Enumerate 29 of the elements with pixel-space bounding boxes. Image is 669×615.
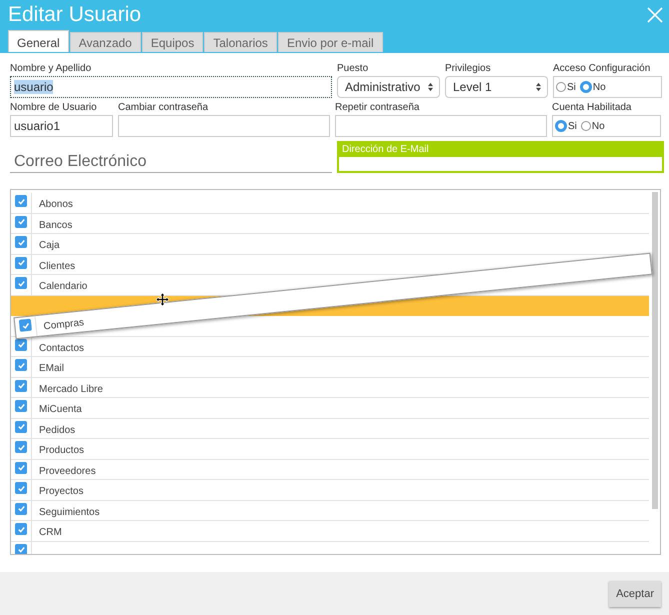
module-name: Bancos bbox=[38, 218, 72, 232]
module-name: Calendario bbox=[38, 280, 88, 294]
field-label: Repetir contraseña bbox=[335, 102, 420, 113]
radio-label: Si bbox=[567, 82, 576, 92]
field-label: Cambiar contraseña bbox=[118, 102, 210, 113]
module-name: Mercado Libre bbox=[38, 382, 103, 396]
module-name: Proyectos bbox=[38, 485, 84, 499]
field-label: Puesto bbox=[337, 63, 370, 74]
module-name: Contactos bbox=[38, 342, 84, 356]
module-name: Caja bbox=[38, 239, 60, 253]
field-label: Cuenta Habilitada bbox=[552, 102, 632, 113]
radio-label: No bbox=[592, 120, 605, 132]
module-name: EMail bbox=[38, 362, 64, 376]
field-label: Acceso Configuración bbox=[553, 63, 652, 74]
module-name: Clientes bbox=[38, 260, 76, 274]
field-label: Nombre de Usuario bbox=[10, 102, 98, 113]
window-title: Editar Usuario bbox=[8, 2, 142, 26]
field-label: Nombre y Apellido bbox=[10, 63, 92, 74]
module-name: Abonos bbox=[38, 198, 73, 212]
module-name: CRM bbox=[38, 526, 62, 540]
radio-label: No bbox=[592, 82, 606, 92]
module-name: MiCuenta bbox=[38, 403, 82, 417]
section-heading: Correo Electrónico bbox=[10, 153, 332, 173]
field-label: Privilegios bbox=[445, 63, 492, 74]
module-name: Productos bbox=[38, 444, 84, 458]
radio-label: Si bbox=[568, 120, 577, 132]
module-name: Proveedores bbox=[38, 464, 96, 478]
module-name: Seguimientos bbox=[38, 506, 100, 520]
module-name: Pedidos bbox=[38, 424, 76, 438]
